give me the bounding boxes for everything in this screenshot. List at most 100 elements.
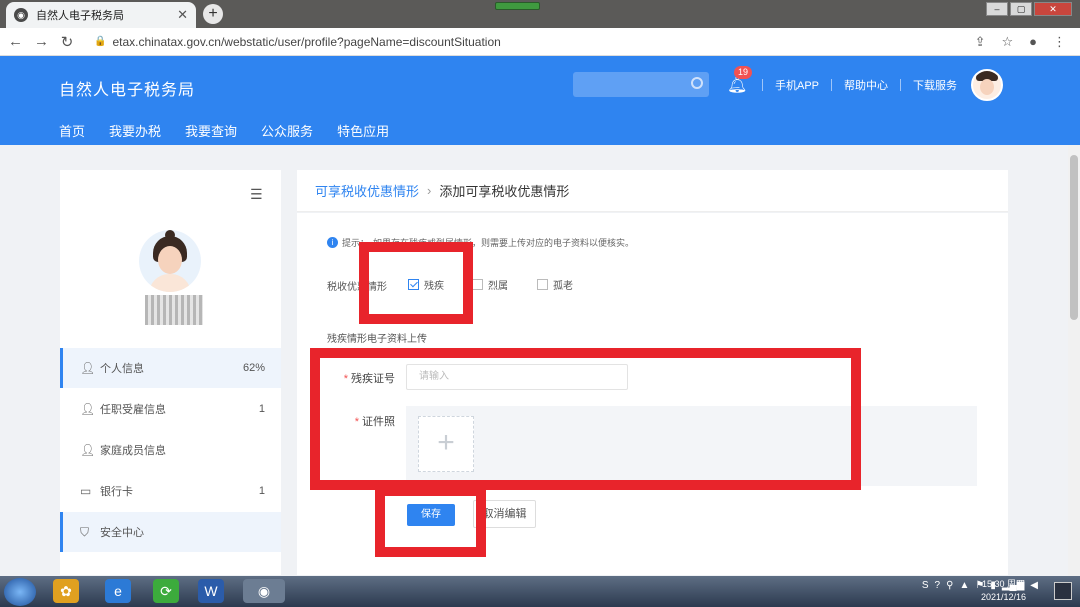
required-asterisk: * — [354, 416, 359, 428]
nav-home[interactable]: 首页 — [59, 121, 85, 140]
list-menu-icon[interactable]: ☰ — [250, 186, 264, 203]
shield-icon: ⛉ — [80, 525, 90, 539]
link-help-center[interactable]: 帮助中心 — [844, 77, 888, 93]
word-app-icon[interactable]: W — [198, 579, 224, 603]
checkbox-icon[interactable] — [472, 279, 483, 290]
sidebar-item-label: 家庭成员信息 — [100, 445, 166, 457]
checkbox-martyr-family[interactable]: 烈属 — [472, 277, 508, 292]
divider — [900, 79, 902, 91]
lock-icon[interactable]: 🔒 — [94, 36, 106, 47]
action-center-icon[interactable] — [1054, 582, 1072, 600]
sidebar-item-security[interactable]: ⛉ 安全中心 — [60, 512, 281, 552]
new-tab-button[interactable]: + — [203, 4, 223, 24]
search-icon[interactable] — [691, 77, 703, 89]
checkbox-label: 残疾 — [424, 281, 444, 292]
close-tab-icon[interactable]: ✕ — [177, 7, 188, 23]
bookmark-star-icon[interactable]: ☆ — [1001, 34, 1013, 50]
save-button[interactable]: 保存 — [407, 504, 455, 526]
card-icon: ▭ — [80, 484, 92, 498]
media-app-icon[interactable]: ✿ — [53, 579, 79, 603]
checkbox-checked-icon[interactable] — [408, 279, 419, 290]
sidebar-item-count: 1 — [258, 403, 265, 415]
back-icon[interactable]: ← — [8, 33, 23, 50]
info-icon: i — [327, 237, 338, 248]
sidebar-item-label: 安全中心 — [100, 527, 144, 539]
situation-label: 税收优惠情形 — [327, 282, 387, 293]
link-mobile-app[interactable]: 手机APP — [775, 77, 819, 93]
profile-icon[interactable]: ● — [1029, 34, 1037, 50]
chrome-app-icon[interactable]: ◉ — [243, 579, 285, 603]
more-menu-icon[interactable]: ⋮ — [1053, 34, 1066, 50]
sidebar-item-employment[interactable]: 👤︎ 任职受雇信息 1 — [60, 389, 281, 429]
checkbox-lonely-elderly[interactable]: 孤老 — [537, 277, 573, 292]
main-nav: 首页 我要办税 我要查询 公众服务 特色应用 — [59, 121, 389, 140]
checkbox-label: 孤老 — [553, 281, 573, 292]
tab-title: 自然人电子税务局 — [36, 10, 124, 22]
sidebar-item-count: 62% — [242, 362, 265, 374]
upload-area: + — [406, 406, 977, 486]
breadcrumb-current: 添加可享税收优惠情形 — [439, 184, 570, 199]
breadcrumb: 可享税收优惠情形 › 添加可享税收优惠情形 — [297, 170, 1008, 212]
header-links: 手机APP 帮助中心 下载服务 — [762, 77, 957, 93]
notification-badge: 19 — [734, 66, 752, 79]
profile-avatar — [139, 230, 201, 292]
battery-indicator — [495, 2, 540, 10]
site-header: 自然人电子税务局 首页 我要办税 我要查询 公众服务 特色应用 🔔︎ 19 手机… — [0, 56, 1080, 145]
expand-tray-icon[interactable]: ▲ — [959, 580, 969, 591]
network-icon[interactable]: ⚲ — [946, 580, 953, 591]
sidebar-item-label: 个人信息 — [100, 363, 144, 375]
site-favicon-icon: ◉ — [14, 8, 28, 22]
minimize-button[interactable]: – — [986, 2, 1008, 16]
sidebar-item-family[interactable]: 👤︎ 家庭成员信息 — [60, 430, 281, 470]
upload-plus-icon[interactable]: + — [418, 416, 474, 472]
required-asterisk: * — [343, 373, 348, 385]
sync-app-icon[interactable]: ⟳ — [153, 579, 179, 603]
user-avatar[interactable] — [971, 69, 1003, 101]
breadcrumb-parent[interactable]: 可享税收优惠情形 — [315, 181, 419, 200]
nav-public-service[interactable]: 公众服务 — [261, 121, 313, 140]
site-search-input[interactable] — [573, 72, 709, 97]
share-icon[interactable]: ⇪ — [975, 34, 986, 50]
browser-tabbar: ◉ 自然人电子税务局 ✕ + – ▢ ✕ — [0, 0, 1080, 28]
checkbox-icon[interactable] — [537, 279, 548, 290]
nav-featured[interactable]: 特色应用 — [337, 121, 389, 140]
taskbar-clock[interactable]: 15:30 周四 2021/12/16 — [981, 578, 1026, 604]
site-brand[interactable]: 自然人电子税务局 — [59, 76, 195, 100]
address-bar: ← → ↻ 🔒 etax.chinatax.gov.cn/webstatic/u… — [0, 28, 1080, 56]
profile-sidebar: ☰ 👤︎ 个人信息 62% 👤︎ 任职受雇信息 1 👤︎ 家庭成员信息 ▭ 银行… — [60, 170, 281, 575]
ie-browser-icon[interactable]: e — [105, 579, 131, 603]
browser-tab[interactable]: ◉ 自然人电子税务局 ✕ — [6, 2, 196, 28]
url-field[interactable]: etax.chinatax.gov.cn/webstatic/user/prof… — [112, 35, 962, 49]
volume-icon[interactable]: ◀ — [1030, 580, 1038, 591]
maximize-button[interactable]: ▢ — [1010, 2, 1032, 16]
tip-message: i 提示： 如果存在残疾或烈属情形，则需要上传对应的电子资料以便核实。 — [327, 236, 634, 249]
scrollbar-thumb[interactable] — [1070, 155, 1078, 320]
page-scrollbar[interactable] — [1068, 145, 1080, 576]
cert-number-input[interactable]: 请输入 — [406, 364, 628, 390]
divider — [762, 79, 763, 91]
tip-prefix: 提示： — [342, 238, 370, 248]
chevron-right-icon: › — [427, 183, 432, 198]
user-icon: 👤︎ — [80, 361, 96, 375]
tip-text: 如果存在残疾或烈属情形，则需要上传对应的电子资料以便核实。 — [373, 238, 635, 248]
divider — [831, 79, 833, 91]
sidebar-item-label: 银行卡 — [100, 486, 133, 498]
sidebar-item-personal-info[interactable]: 👤︎ 个人信息 62% — [60, 348, 281, 388]
sidebar-item-label: 任职受雇信息 — [100, 404, 166, 416]
family-icon: 👤︎ — [80, 443, 96, 457]
sidebar-item-bank-card[interactable]: ▭ 银行卡 1 — [60, 471, 281, 511]
nav-query[interactable]: 我要查询 — [185, 121, 237, 140]
checkbox-disability[interactable]: 残疾 — [408, 277, 444, 292]
cert-number-label: * 残疾证号 — [343, 373, 395, 385]
forward-icon[interactable]: → — [34, 33, 49, 50]
input-method-icon[interactable]: S — [922, 580, 929, 591]
help-icon[interactable]: ? — [935, 580, 941, 591]
cancel-edit-button[interactable]: 取消编辑 — [473, 500, 536, 528]
close-window-button[interactable]: ✕ — [1034, 2, 1072, 16]
windows-taskbar: ✿ e ⟳ W ◉ S ? ⚲ ▲ ⚑ ▮ ▂▄▆ ◀ 15:30 周四 202… — [0, 576, 1080, 607]
nav-tax-service[interactable]: 我要办税 — [109, 121, 161, 140]
start-button[interactable] — [4, 578, 36, 606]
reload-icon[interactable]: ↻ — [60, 33, 74, 51]
link-download[interactable]: 下载服务 — [913, 77, 957, 93]
clock-time: 15:30 周四 — [982, 579, 1026, 589]
